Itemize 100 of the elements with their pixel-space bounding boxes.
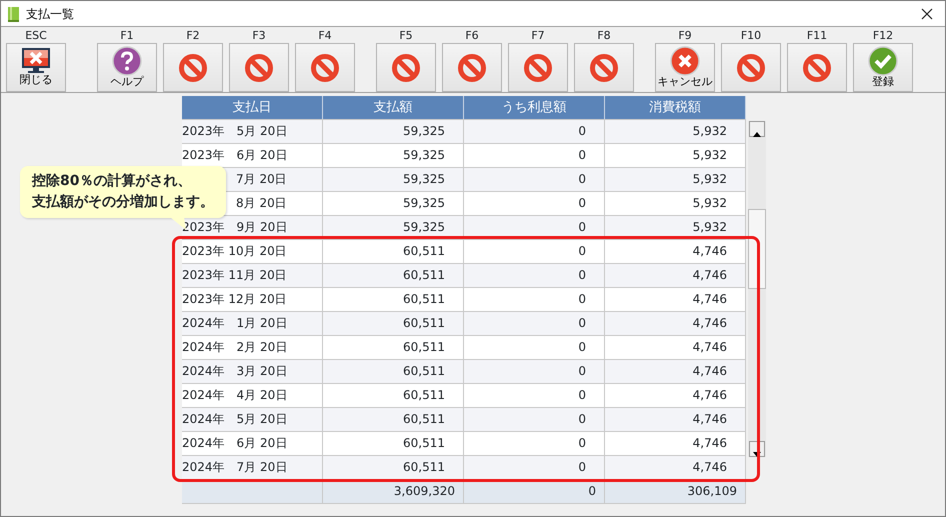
table-cell: 60,511 — [323, 288, 464, 311]
table-cell: 0 — [464, 120, 605, 143]
function-key-label: F5 — [399, 29, 413, 43]
table-cell: 60,511 — [323, 240, 464, 263]
prohibited-icon — [457, 53, 487, 83]
toolbar-button[interactable] — [229, 43, 289, 92]
prohibited-icon — [310, 53, 340, 83]
table-cell: 2024年 7月 20日 — [182, 456, 323, 479]
table-cell: 2023年 11月 20日 — [182, 264, 323, 287]
table-cell: 2024年 6月 20日 — [182, 432, 323, 455]
table-cell: 2024年 2月 20日 — [182, 336, 323, 359]
table-cell: 60,511 — [323, 408, 464, 431]
table-cell: 0 — [464, 360, 605, 383]
cancel-icon — [670, 46, 700, 76]
table-cell: 60,511 — [323, 360, 464, 383]
table-cell: 0 — [464, 336, 605, 359]
prohibited-icon — [589, 53, 619, 83]
total-cell: 0 — [464, 480, 605, 503]
table-cell: 5,932 — [605, 144, 746, 167]
toolbar-button[interactable] — [295, 43, 355, 92]
column-header: 消費税額 — [605, 96, 746, 119]
column-header: うち利息額 — [464, 96, 605, 119]
prohibited-icon — [391, 53, 421, 83]
toolbar-button[interactable] — [376, 43, 436, 92]
monitor-close-icon — [20, 46, 52, 74]
prohibited-icon — [523, 53, 553, 83]
function-key-label: F2 — [186, 29, 200, 43]
toolbar-button[interactable] — [721, 43, 781, 92]
table-cell: 0 — [464, 192, 605, 215]
table-cell: 4,746 — [605, 408, 746, 431]
scroll-up-icon — [752, 131, 762, 138]
table-cell: 4,746 — [605, 288, 746, 311]
table-cell: 60,511 — [323, 264, 464, 287]
function-key-label: F7 — [531, 29, 545, 43]
table-cell: 0 — [464, 264, 605, 287]
table-cell: 4,746 — [605, 456, 746, 479]
check-icon — [868, 46, 898, 76]
prohibited-icon — [178, 53, 208, 83]
table-cell: 60,511 — [323, 384, 464, 407]
toolbar-button[interactable] — [508, 43, 568, 92]
table-cell: 59,325 — [323, 144, 464, 167]
table-cell: 0 — [464, 144, 605, 167]
table-cell: 0 — [464, 408, 605, 431]
prohibited-icon — [802, 53, 832, 83]
function-key-label: F12 — [872, 29, 894, 43]
total-cell: 306,109 — [605, 480, 746, 503]
table-cell: 2023年 10月 20日 — [182, 240, 323, 263]
table-cell: 59,325 — [323, 216, 464, 239]
function-key-label: F8 — [597, 29, 611, 43]
function-key-label: F4 — [318, 29, 332, 43]
table-cell: 5,932 — [605, 168, 746, 191]
column-header: 支払額 — [323, 96, 464, 119]
table-cell: 0 — [464, 456, 605, 479]
table-cell: 5,932 — [605, 120, 746, 143]
table-cell: 0 — [464, 312, 605, 335]
table-cell: 4,746 — [605, 432, 746, 455]
table-cell: 0 — [464, 168, 605, 191]
function-key-label: F6 — [465, 29, 479, 43]
function-key-label: F3 — [252, 29, 266, 43]
table-cell: 59,325 — [323, 192, 464, 215]
prohibited-icon — [736, 53, 766, 83]
close-icon[interactable] — [921, 8, 933, 20]
table-cell: 2024年 3月 20日 — [182, 360, 323, 383]
table-cell: 2023年 5月 20日 — [182, 120, 323, 143]
prohibited-icon — [244, 53, 274, 83]
toolbar-button[interactable]: ヘルプ — [97, 43, 157, 92]
toolbar-button[interactable] — [442, 43, 502, 92]
table-cell: 0 — [464, 240, 605, 263]
table-cell: 60,511 — [323, 336, 464, 359]
table-cell: 60,511 — [323, 432, 464, 455]
toolbar-button[interactable] — [163, 43, 223, 92]
toolbar-button[interactable] — [787, 43, 847, 92]
table-cell: 5,932 — [605, 216, 746, 239]
table-cell: 60,511 — [323, 456, 464, 479]
table-cell: 60,511 — [323, 312, 464, 335]
table-cell: 4,746 — [605, 384, 746, 407]
table-cell: 4,746 — [605, 264, 746, 287]
table-cell: 2024年 5月 20日 — [182, 408, 323, 431]
toolbar-button[interactable]: 閉じる — [6, 43, 66, 92]
table-cell: 0 — [464, 384, 605, 407]
table-cell: 4,746 — [605, 360, 746, 383]
toolbar-button[interactable] — [574, 43, 634, 92]
table-cell: 59,325 — [323, 168, 464, 191]
table-cell: 4,746 — [605, 240, 746, 263]
function-key-label: F10 — [740, 29, 762, 43]
toolbar-button[interactable]: キャンセル — [655, 43, 715, 92]
table-cell: 2023年 12月 20日 — [182, 288, 323, 311]
toolbar-button[interactable]: 登録 — [853, 43, 913, 92]
column-header: 支払日 — [182, 96, 323, 119]
table-cell: 4,746 — [605, 336, 746, 359]
scroll-down-icon — [752, 451, 762, 458]
window-title: 支払一覧 — [26, 6, 74, 22]
function-key-label: F1 — [120, 29, 134, 43]
function-key-label: ESC — [25, 29, 47, 43]
table-cell: 0 — [464, 432, 605, 455]
table-cell: 4,746 — [605, 312, 746, 335]
table-cell: 5,932 — [605, 192, 746, 215]
function-key-label: F11 — [806, 29, 828, 43]
help-icon — [112, 46, 142, 76]
table-cell: 0 — [464, 288, 605, 311]
